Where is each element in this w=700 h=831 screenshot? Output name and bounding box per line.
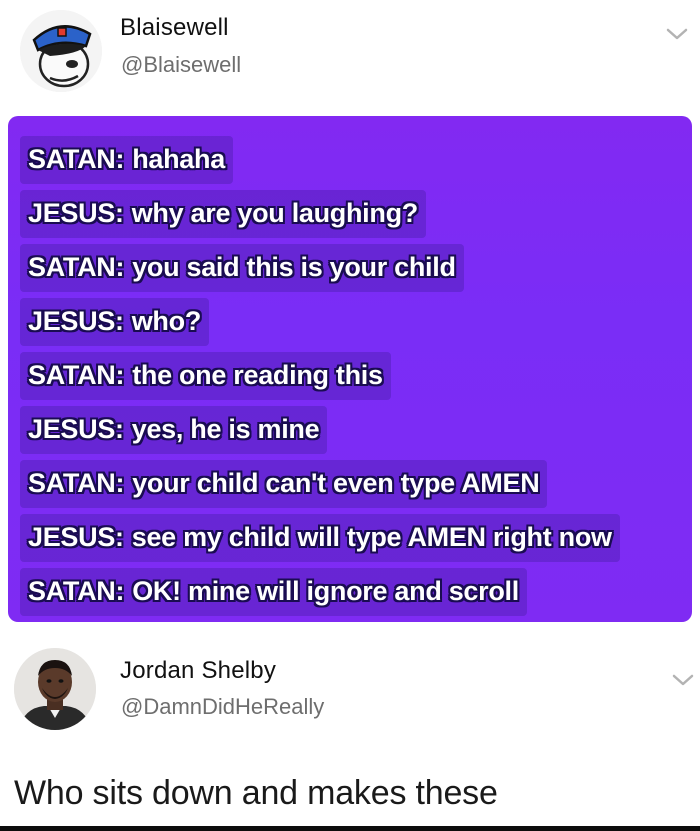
profile-photo-icon <box>14 648 96 730</box>
dialogue-line: SATAN: OK! mine will ignore and scroll <box>20 568 527 616</box>
message-card: SATAN: hahaha JESUS: why are you laughing?… <box>8 116 692 622</box>
dialogue-text: the one reading this <box>132 360 383 390</box>
dialogue-text: who? <box>131 306 202 336</box>
speaker-label: JESUS: <box>28 414 124 444</box>
dialogue-line: SATAN: hahaha <box>20 136 233 184</box>
dialogue-line: SATAN: your child can't even type AMEN <box>20 460 548 508</box>
user-handle[interactable]: @DamnDidHeReally <box>121 694 324 720</box>
speaker-label: JESUS: <box>28 306 124 336</box>
display-name[interactable]: Jordan Shelby <box>120 657 276 685</box>
speaker-label: SATAN: <box>28 576 125 606</box>
dialogue-text: your child can't even type AMEN <box>132 468 540 498</box>
dialogue-line: SATAN: the one reading this <box>20 352 391 400</box>
tweet-text: Who sits down and makes these <box>14 774 498 812</box>
speaker-label: JESUS: <box>28 522 124 552</box>
tweet-header-blaisewell: Blaisewell @Blaisewell <box>0 0 700 110</box>
dialogue-line: JESUS: see my child will type AMEN right … <box>20 514 620 562</box>
dialogue-text: hahaha <box>132 144 225 174</box>
chevron-down-icon[interactable] <box>664 24 690 44</box>
dialogue-text: you said this is your child <box>132 252 456 282</box>
dialogue-line: JESUS: yes, he is mine <box>20 406 328 454</box>
display-name[interactable]: Blaisewell <box>120 14 229 42</box>
speaker-label: JESUS: <box>28 198 124 228</box>
speaker-label: SATAN: <box>28 468 125 498</box>
avatar[interactable] <box>14 648 96 730</box>
dialogue-line: JESUS: who? <box>20 298 210 346</box>
speaker-label: SATAN: <box>28 144 125 174</box>
speaker-label: SATAN: <box>28 252 125 282</box>
avatar[interactable] <box>20 10 102 92</box>
tweet-header-jordan-shelby: Jordan Shelby @DamnDidHeReally <box>0 640 700 750</box>
dialogue-line: SATAN: you said this is your child <box>20 244 464 292</box>
dialogue-text: why are you laughing? <box>131 198 419 228</box>
dialogue-text: OK! mine will ignore and scroll <box>132 576 519 606</box>
user-handle[interactable]: @Blaisewell <box>121 52 241 78</box>
dialogue-line: JESUS: why are you laughing? <box>20 190 426 238</box>
police-cap-avatar-icon <box>20 10 102 92</box>
dialogue-text: yes, he is mine <box>131 414 320 444</box>
bottom-divider <box>0 826 700 831</box>
dialogue-text: see my child will type AMEN right now <box>131 522 612 552</box>
speaker-label: SATAN: <box>28 360 125 390</box>
chevron-down-icon[interactable] <box>670 670 696 690</box>
